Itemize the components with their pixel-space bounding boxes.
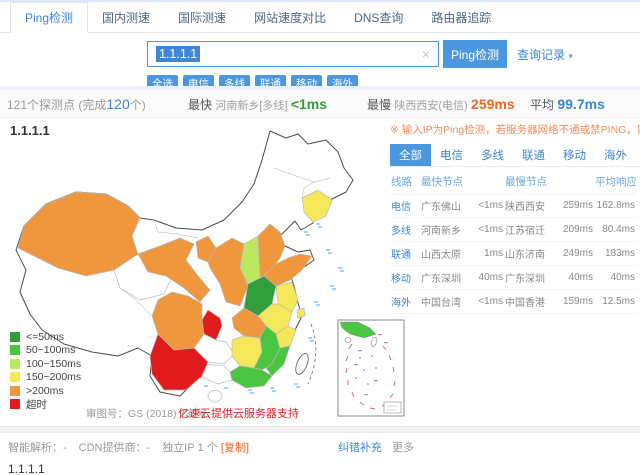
probe-done-count: 120 <box>106 96 129 112</box>
ip-input-value: 1.1.1.1 <box>156 46 200 62</box>
dns-meta-left: 智能解析：-CDN提供商：-独立IP 1 个 [复制] <box>8 439 249 455</box>
cdn-provider-label: CDN提供商： <box>79 442 147 454</box>
legend-item: <=50ms <box>10 330 81 344</box>
legend-item: 50~100ms <box>10 344 81 358</box>
tab-domestic-speed[interactable]: 国内测速 <box>88 3 164 32</box>
legend-swatch <box>10 399 20 409</box>
fastest-value: <1ms <box>291 96 327 112</box>
result-tab-multiline[interactable]: 多线 <box>472 144 513 166</box>
result-tab-overseas[interactable]: 海外 <box>595 144 636 166</box>
probe-count: 121个探测点 (完成120个) <box>7 96 146 113</box>
tab-dns-lookup[interactable]: DNS查询 <box>340 3 417 32</box>
table-header-row: 线路 最快节点 最慢节点 平均响应 <box>390 170 636 194</box>
ping-submit-button[interactable]: Ping检测 <box>443 40 507 68</box>
main-content: 1.1.1.1 <box>0 118 640 426</box>
ip-input[interactable]: 1.1.1.1 × <box>147 41 439 67</box>
query-history-link[interactable]: 查询记录 ▾ <box>517 46 573 63</box>
footer-section: 智能解析：-CDN提供商：-独立IP 1 个 [复制] 纠错补充更多 1.1.1… <box>0 426 640 475</box>
average-stat: 平均 99.7ms <box>530 96 605 113</box>
unique-ip-label: 独立IP <box>162 442 194 454</box>
table-row[interactable]: 电信 广东佛山 <1ms 陕西西安 259ms 162.8ms <box>390 194 636 218</box>
ping-tool-page: Ping检测 国内测速 国际测速 网站速度对比 DNS查询 路由器追踪 1.1.… <box>0 0 640 475</box>
result-panel: ※ 输入IP为Ping检测，若服务器网络不通或禁PING，则超时。 全部 电信 … <box>384 118 640 314</box>
legend-item: 超时 <box>10 398 81 412</box>
tab-site-speed-compare[interactable]: 网站速度对比 <box>240 3 340 32</box>
legend-swatch <box>10 372 20 382</box>
more-link[interactable]: 更多 <box>392 442 414 454</box>
dns-meta-right: 纠错补充更多 <box>338 439 414 455</box>
fastest-node: 河南新乡[多线] <box>215 100 287 112</box>
summary-stats-bar: 121个探测点 (完成120个) 最快 河南新乡[多线] <1ms 最慢 陕西西… <box>0 90 640 118</box>
region-shanghai[interactable] <box>297 308 305 318</box>
sea-boundary-dashes <box>308 324 316 384</box>
copy-button[interactable]: [复制] <box>221 442 249 454</box>
table-row[interactable]: 海外 中国台湾 <1ms 中国香港 159ms 12.5ms <box>390 290 636 314</box>
average-value: 99.7ms <box>557 96 604 112</box>
legend-item: >200ms <box>10 384 81 398</box>
legend-swatch <box>10 359 20 369</box>
dns-meta-row: 智能解析：-CDN提供商：-独立IP 1 个 [复制] 纠错补充更多 <box>0 433 640 454</box>
table-row[interactable]: 多线 河南新乡 <1ms 江苏宿迁 209ms 80.4ms <box>390 218 636 242</box>
search-zone: 1.1.1.1 × Ping检测 查询记录 ▾ 全选 电信 多线 联通 移动 海… <box>147 40 573 92</box>
legend-swatch <box>10 345 20 355</box>
latency-table: 线路 最快节点 最慢节点 平均响应 电信 广东佛山 <1ms 陕西西安 259m… <box>390 170 636 314</box>
footer-divider <box>0 426 640 433</box>
clear-input-icon[interactable]: × <box>422 47 430 61</box>
table-row[interactable]: 联通 山西太原 1ms 山东济南 249ms 183ms <box>390 242 636 266</box>
legend-swatch <box>10 332 20 342</box>
south-china-sea-inset <box>338 320 404 416</box>
inset-scale-box <box>384 402 401 413</box>
chevron-down-icon: ▾ <box>568 51 573 61</box>
feedback-link[interactable]: 纠错补充 <box>338 442 382 454</box>
latency-legend: <=50ms 50~100ms 100~150ms 150~200ms >200… <box>10 330 81 411</box>
legend-item: 150~200ms <box>10 371 81 385</box>
table-row[interactable]: 移动 广东深圳 40ms 广东深圳 40ms 40ms <box>390 266 636 290</box>
tab-ping[interactable]: Ping检测 <box>10 2 88 33</box>
map-sponsor-link[interactable]: 亿速云提供云服务器支持 <box>178 405 299 421</box>
result-tab-telecom[interactable]: 电信 <box>431 144 472 166</box>
ping-note: ※ 输入IP为Ping检测，若服务器网络不通或禁PING，则超时。 <box>384 118 640 137</box>
slowest-stat: 最慢 陕西西安(电信) 259ms <box>367 96 515 113</box>
slowest-value: 259ms <box>471 96 515 112</box>
result-tab-unicom[interactable]: 联通 <box>513 144 554 166</box>
tab-international-speed[interactable]: 国际测速 <box>164 3 240 32</box>
result-tabs: 全部 电信 多线 联通 移动 海外 <box>390 144 640 167</box>
result-tab-mobile[interactable]: 移动 <box>554 144 595 166</box>
legend-item: 100~150ms <box>10 357 81 371</box>
top-nav-tabs: Ping检测 国内测速 国际测速 网站速度对比 DNS查询 路由器追踪 <box>0 2 640 33</box>
fastest-stat: 最快 河南新乡[多线] <1ms <box>188 96 327 113</box>
legend-swatch <box>10 386 20 396</box>
resolved-ip: 1.1.1.1 <box>0 454 640 475</box>
region-taiwan[interactable] <box>293 352 311 376</box>
smart-dns-label: 智能解析： <box>8 442 63 454</box>
region-hainan[interactable] <box>208 391 222 402</box>
tab-traceroute[interactable]: 路由器追踪 <box>417 3 505 32</box>
result-tab-all[interactable]: 全部 <box>390 144 431 166</box>
slowest-node: 陕西西安(电信) <box>394 100 467 112</box>
query-history-label: 查询记录 <box>517 48 565 62</box>
inset-hainan <box>345 338 351 343</box>
